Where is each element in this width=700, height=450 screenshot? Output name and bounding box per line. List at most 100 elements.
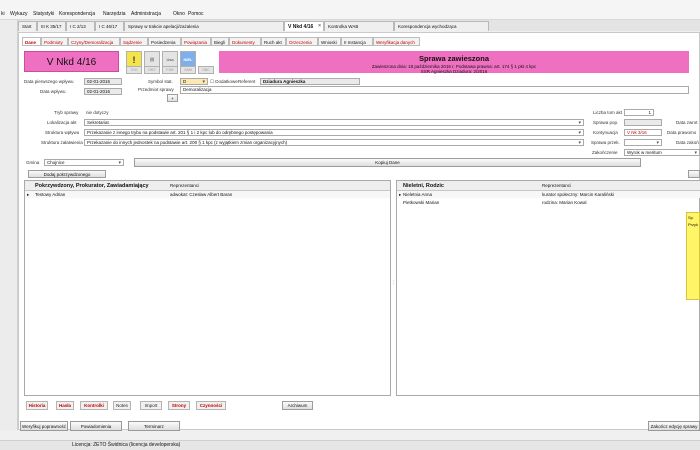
data-pierwszego-field[interactable]: 02-01-2016 bbox=[84, 78, 122, 85]
lokalizacja-select[interactable]: Sekretariat bbox=[84, 119, 584, 126]
left-col-rep: Reprezentanci bbox=[170, 183, 200, 188]
struktura-wplywu-select[interactable]: Przekazanie z innego trybu na podstawie … bbox=[84, 129, 584, 136]
left-grid bbox=[24, 180, 391, 396]
data-wplywu-field[interactable]: 02-01-2016 bbox=[84, 88, 122, 95]
pub-icon[interactable]: PUB bbox=[162, 66, 178, 74]
close-icon[interactable]: × bbox=[318, 23, 321, 29]
doc-tab-v-nkd-4-16[interactable]: V Nkd 4/16 × bbox=[284, 21, 324, 31]
niel-icon[interactable]: NIEL bbox=[180, 51, 196, 67]
doc-tab-sprawy-apelacji[interactable]: Sprawy w trakcie apelacji/zażalenia bbox=[124, 21, 284, 31]
zakonczenie-select[interactable]: Wyrok w meritum bbox=[624, 149, 700, 156]
sprawa-przek-field[interactable] bbox=[624, 139, 662, 146]
menu-statystyki[interactable]: Statystyki bbox=[33, 11, 54, 17]
weryfikuj-button[interactable]: Weryfikuj poprawność bbox=[20, 421, 68, 431]
subtab-biegli[interactable]: Biegli bbox=[211, 37, 229, 46]
terminarz-button[interactable]: Terminarz bbox=[128, 421, 180, 431]
subtab-wnioski[interactable]: Wnioski bbox=[318, 37, 341, 46]
menu-bar: ki Wykazy Statystyki Korespondencja Narz… bbox=[0, 0, 700, 20]
splitter-handle[interactable]: ⋮ bbox=[391, 280, 396, 290]
doc-tab-korespondencja[interactable]: Korespondencja wychodząca bbox=[394, 21, 489, 31]
subtab-weryfikacja[interactable]: Weryfikacja danych bbox=[373, 37, 420, 46]
symbol-select[interactable]: D bbox=[180, 78, 208, 85]
subtab-powiazania[interactable]: Powiązania bbox=[181, 37, 211, 46]
row-name: Testowy Adrian bbox=[35, 192, 66, 197]
data-wplywu-label: Data wpływu bbox=[40, 89, 66, 94]
referent-label: Referent bbox=[238, 79, 256, 84]
kopiuj-dane-button[interactable]: Kopiuj Dane bbox=[134, 158, 641, 167]
menu-korespondencja[interactable]: Korespondencja bbox=[59, 11, 95, 17]
liczba-tom-spinner[interactable]: 1 bbox=[624, 109, 654, 116]
drz-icon[interactable]: DRZ bbox=[144, 66, 160, 74]
table-row[interactable]: Pietkowski Marian rodzina: Marian Kowal bbox=[397, 199, 700, 206]
link-icon[interactable]: ⛓ bbox=[144, 51, 160, 67]
dodaj-pokrzywdzonego-button[interactable]: Dodaj pokrzywdzonego bbox=[28, 170, 106, 178]
tab-notes[interactable]: Notes bbox=[113, 401, 131, 410]
right-col-rep: Reprezentanci bbox=[542, 183, 572, 188]
tab-strony[interactable]: Strony bbox=[168, 401, 190, 410]
table-row[interactable]: ▸ Testowy Adrian adwokat: Czesław Albert… bbox=[25, 191, 390, 198]
dodatkowe-label: Dodatkowe bbox=[215, 79, 238, 84]
sam-icon[interactable]: SAM bbox=[180, 66, 196, 74]
przedmiot-field[interactable]: Demoralizacja bbox=[180, 86, 689, 94]
doc-tab-kontrolka-wab[interactable]: Kontrolka WAB bbox=[324, 21, 394, 31]
referent-field[interactable]: Dziadura Agnieszka bbox=[260, 78, 360, 85]
left-dock-bar[interactable] bbox=[0, 20, 18, 430]
zakonczenie-label: Zakończenie bbox=[592, 150, 618, 155]
doc-tab-i-c-46-17[interactable]: I C 46/17 bbox=[95, 21, 124, 31]
gmina-label: Gmina bbox=[26, 160, 40, 165]
row-name: Pietkowski Marian bbox=[403, 200, 440, 205]
tab-hasla[interactable]: Hasła bbox=[56, 401, 74, 410]
row-pointer-icon: ▸ bbox=[27, 192, 30, 197]
archiwum-button[interactable]: Archiwum bbox=[282, 401, 313, 410]
tog-icon[interactable]: TOG bbox=[126, 66, 142, 74]
right-grid bbox=[396, 180, 700, 396]
subtab-dokumenty[interactable]: Dokumenty bbox=[229, 37, 261, 46]
subtab-ruch-akt[interactable]: Ruch akt bbox=[261, 37, 286, 46]
sprawa-pop-field[interactable] bbox=[624, 119, 662, 126]
menu-administracja[interactable]: Administracja bbox=[131, 11, 161, 17]
struktura-zal-select[interactable]: Przekazanie do innych jednostek na podst… bbox=[84, 139, 584, 146]
left-grid-header: Pokrzywdzony, Prokurator, Zawiadamiający… bbox=[25, 181, 390, 191]
zakoncz-edycje-button[interactable]: Zakończ edycję sprawy bbox=[648, 421, 700, 431]
sticky-line1: Sp. bbox=[688, 215, 695, 220]
menu-prefix: ki bbox=[1, 11, 5, 17]
subtab-ii-instancja[interactable]: II Instancja bbox=[341, 37, 373, 46]
warning-icon[interactable]: ! bbox=[126, 51, 142, 67]
gmina-select[interactable]: Chojnice bbox=[44, 159, 124, 166]
suspension-banner: Sprawa zawieszona Zawieszona dnia: 18 pa… bbox=[219, 51, 689, 74]
liczba-tom-label: Liczba tom akt bbox=[593, 110, 623, 115]
right-cut-button[interactable] bbox=[688, 170, 700, 178]
subtab-podmioty[interactable]: Podmioty bbox=[41, 37, 68, 46]
tab-czynnosci[interactable]: Czynności bbox=[196, 401, 226, 410]
kontynuacja-link[interactable]: V Nk 3/16 bbox=[624, 129, 662, 136]
dodatkowe-checkbox[interactable]: ☐ Dodatkowe bbox=[210, 79, 238, 85]
symbol-label: Symbol stat. bbox=[148, 79, 173, 84]
right-col-name: Nieletni, Rodzic bbox=[403, 183, 444, 189]
tab-import[interactable]: Import bbox=[140, 401, 162, 410]
menu-wykazy[interactable]: Wykazy bbox=[10, 11, 27, 17]
menu-narzedzia[interactable]: Narzędzia bbox=[103, 11, 126, 17]
tab-historia[interactable]: Historia bbox=[26, 401, 48, 410]
subtab-posiedzenia[interactable]: Posiedzenia bbox=[148, 37, 181, 46]
menu-pomoc[interactable]: Pomoc bbox=[188, 11, 204, 17]
row-rep: rodzina: Marian Kowal bbox=[542, 200, 587, 205]
menu-okno[interactable]: Okno bbox=[173, 11, 185, 17]
doc-tab-label: Sprawy w trakcie apelacji/zażalenia bbox=[128, 24, 199, 29]
obc-icon[interactable]: OBC bbox=[198, 66, 214, 74]
table-row[interactable]: ▸ Nieletnia Anna kurator społeczny: Marc… bbox=[397, 191, 700, 198]
powiadomienia-button[interactable]: Powiadomienia bbox=[70, 421, 122, 431]
banner-title: Sprawa zawieszona bbox=[418, 54, 490, 63]
subtab-czyny[interactable]: Czyny/Demoralizacja bbox=[68, 37, 120, 46]
add-przedmiot-button[interactable]: + bbox=[167, 94, 178, 102]
subtab-dane[interactable]: Dane bbox=[22, 37, 41, 46]
subtab-sadzenie[interactable]: Sądzenie bbox=[120, 37, 148, 46]
row-pointer-icon: ▸ bbox=[399, 192, 402, 197]
doc-tab-iii-k-35-17[interactable]: III K 35/17 bbox=[37, 21, 66, 31]
doc-tab-i-c-2-13[interactable]: I C 2/13 bbox=[66, 21, 95, 31]
sticky-note[interactable]: Sp. Przyk bbox=[686, 212, 700, 300]
doc-tab-label: Start bbox=[22, 24, 32, 29]
usa-icon[interactable]: Usa bbox=[162, 51, 178, 67]
tab-kontrolki[interactable]: Kontrolki bbox=[80, 401, 108, 410]
subtab-orzeczenia[interactable]: Orzeczenia bbox=[286, 37, 318, 46]
doc-tab-start[interactable]: Start bbox=[18, 21, 37, 31]
